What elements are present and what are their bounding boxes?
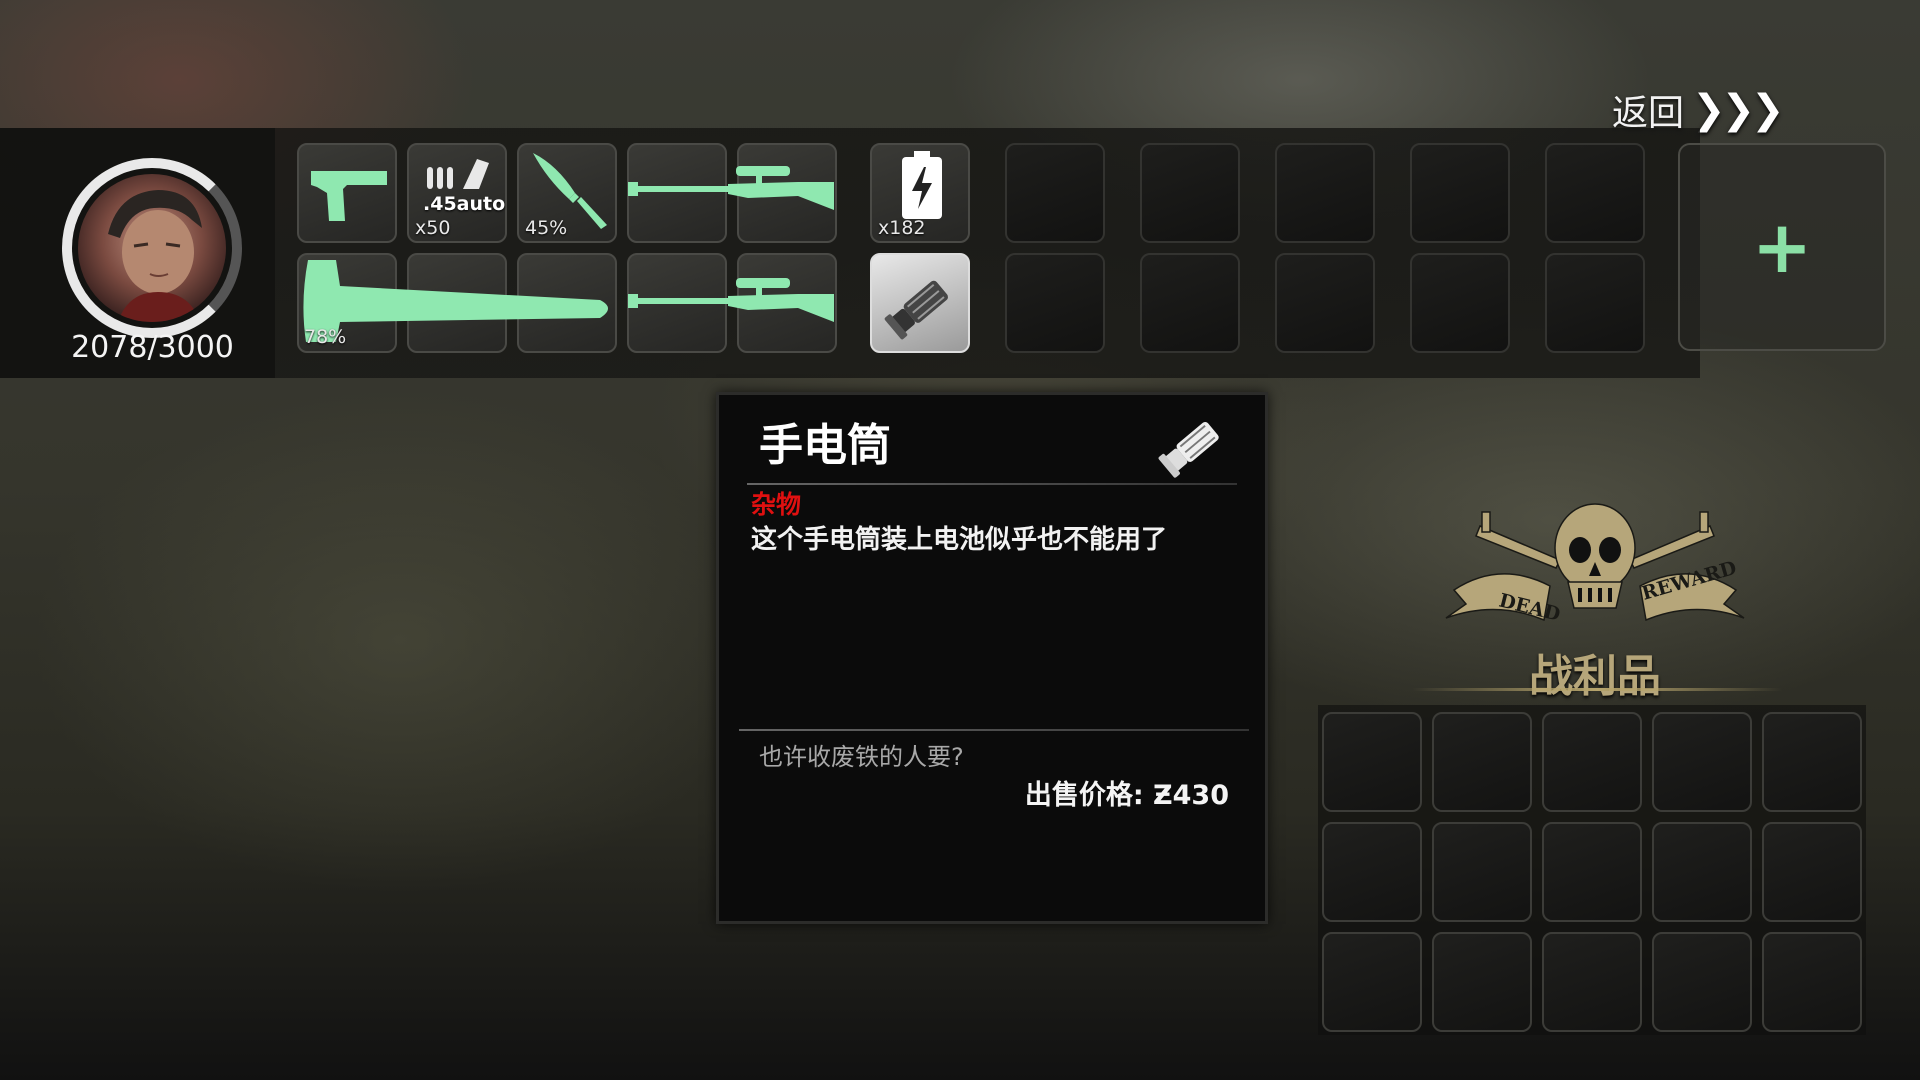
tooltip-description: 这个手电筒装上电池似乎也不能用了 bbox=[751, 525, 1168, 555]
inventory-slot-empty[interactable] bbox=[1005, 143, 1105, 243]
reward-slot[interactable] bbox=[1762, 822, 1862, 922]
ammo-icon bbox=[427, 159, 489, 189]
inventory-slot-ammo[interactable]: .45auto x50 bbox=[407, 143, 507, 243]
reward-title: 战利品 bbox=[1529, 651, 1661, 702]
avatar[interactable] bbox=[78, 174, 226, 322]
inventory-slot-empty[interactable] bbox=[1275, 253, 1375, 353]
inventory-slot-rifle-1a[interactable] bbox=[627, 143, 727, 243]
item-tooltip: 手电筒 杂物 这个手电筒装上电池似乎也不能用了 也许收废铁的人要? 出售价格: … bbox=[716, 392, 1268, 924]
inventory-slot-empty[interactable] bbox=[1545, 253, 1645, 353]
reward-divider bbox=[1412, 688, 1782, 691]
reward-slot[interactable] bbox=[1542, 822, 1642, 922]
plus-icon: + bbox=[1751, 205, 1813, 289]
triple-chevron-right-icon: ❯❯❯ bbox=[1692, 87, 1785, 133]
reward-slot[interactable] bbox=[1542, 932, 1642, 1032]
inventory-slot-empty[interactable] bbox=[1140, 253, 1240, 353]
add-slot-button[interactable]: + bbox=[1678, 143, 1886, 351]
inventory-slot-empty[interactable] bbox=[1275, 143, 1375, 243]
inventory-slot-flashlight[interactable] bbox=[870, 253, 970, 353]
inventory-slot-empty[interactable] bbox=[1005, 253, 1105, 353]
axe-durability: 78% bbox=[304, 326, 347, 348]
reward-slot[interactable] bbox=[1322, 712, 1422, 812]
tooltip-divider bbox=[739, 729, 1249, 731]
inventory-slot-empty[interactable] bbox=[1545, 143, 1645, 243]
inventory-slot-battery[interactable]: x182 bbox=[870, 143, 970, 243]
inventory-slot-pistol[interactable] bbox=[297, 143, 397, 243]
reward-slot[interactable] bbox=[1322, 932, 1422, 1032]
flashlight-icon bbox=[1158, 421, 1219, 478]
hp-text: 2078/3000 bbox=[71, 330, 234, 365]
reward-slot[interactable] bbox=[1652, 712, 1752, 812]
reward-slot[interactable] bbox=[1322, 822, 1422, 922]
tooltip-sell-price: 出售价格: Ƶ430 bbox=[1024, 780, 1229, 811]
battery-icon bbox=[902, 151, 942, 219]
battery-count: x182 bbox=[878, 217, 926, 239]
reward-slot[interactable] bbox=[1432, 712, 1532, 812]
pistol-icon bbox=[311, 171, 387, 221]
reward-slot[interactable] bbox=[1542, 712, 1642, 812]
flashlight-icon bbox=[884, 280, 948, 340]
tooltip-title: 手电筒 bbox=[759, 420, 891, 471]
inventory-slot-rifle-2a[interactable] bbox=[627, 253, 727, 353]
avatar-face-icon bbox=[108, 190, 202, 322]
reward-slot[interactable] bbox=[1432, 822, 1532, 922]
tooltip-category: 杂物 bbox=[751, 490, 802, 519]
reward-slot[interactable] bbox=[1762, 932, 1862, 1032]
reward-slot[interactable] bbox=[1762, 712, 1862, 812]
reward-slot[interactable] bbox=[1652, 822, 1752, 922]
inventory-slot-empty[interactable] bbox=[1410, 253, 1510, 353]
ammo-count: x50 bbox=[415, 217, 451, 239]
tooltip-divider bbox=[747, 483, 1237, 485]
inventory-slot-empty[interactable] bbox=[1140, 143, 1240, 243]
ammo-caliber: .45auto bbox=[423, 193, 506, 215]
tooltip-flavor-text: 也许收废铁的人要? bbox=[759, 743, 964, 771]
reward-slot[interactable] bbox=[1652, 932, 1752, 1032]
inventory-slot-knife[interactable]: 45% bbox=[517, 143, 617, 243]
knife-durability: 45% bbox=[525, 217, 568, 239]
reward-slot[interactable] bbox=[1432, 932, 1532, 1032]
inventory-slot-rifle-2b[interactable] bbox=[737, 253, 837, 353]
skull-crossed-rifles-icon: DEAD REWARD bbox=[1445, 503, 1745, 626]
inventory-slot-axe-b[interactable] bbox=[407, 253, 507, 353]
inventory-slot-rifle-1b[interactable] bbox=[737, 143, 837, 243]
inventory-slot-empty[interactable] bbox=[1410, 143, 1510, 243]
inventory-slot-axe-c[interactable] bbox=[517, 253, 617, 353]
